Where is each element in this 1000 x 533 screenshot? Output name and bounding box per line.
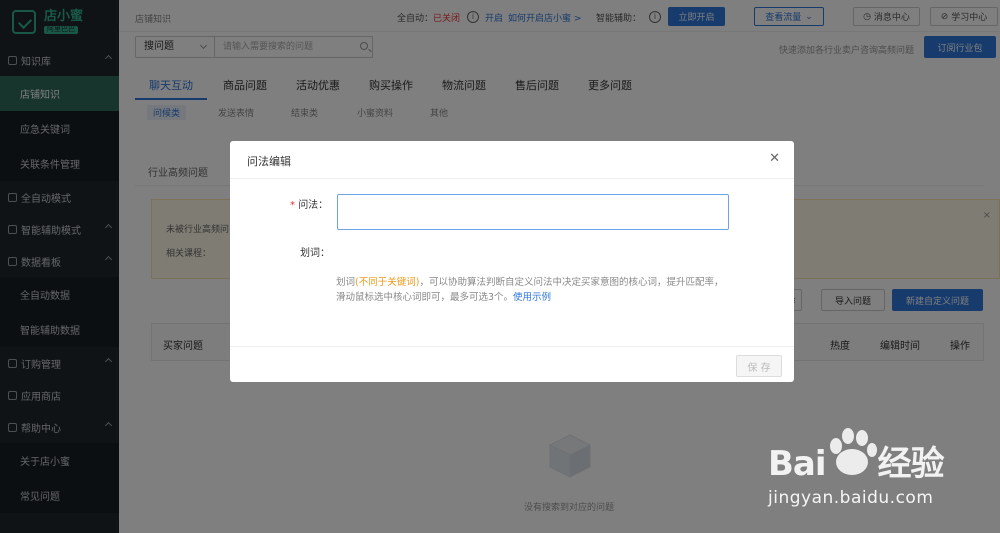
dialog-footer: 保 存 [230, 346, 794, 382]
paw-icon [830, 428, 877, 475]
usage-example-link[interactable]: 使用示例 [513, 292, 551, 303]
edit-question-dialog: 问法编辑 ✕ * 问法： 划词： 划词(不同于关键词)，可以协助算法判断自定义问… [230, 141, 794, 382]
close-icon[interactable]: ✕ [769, 151, 780, 166]
baidu-watermark: Bai 经验 jingyan.baidu.com [762, 424, 994, 524]
keyword-label: 划词： [300, 248, 330, 259]
save-button[interactable]: 保 存 [736, 355, 782, 377]
ask-label: * 问法： [290, 200, 329, 211]
required-marker: * [290, 200, 295, 211]
dialog-title: 问法编辑 [247, 155, 291, 168]
watermark-url: jingyan.baidu.com [768, 488, 934, 508]
keyword-description: 划词(不同于关键词)，可以协助算法判断自定义问法中决定买家意图的核心词，提升匹配… [336, 277, 724, 303]
ask-textarea[interactable] [337, 194, 729, 230]
dialog-header: 问法编辑 ✕ [230, 141, 794, 179]
